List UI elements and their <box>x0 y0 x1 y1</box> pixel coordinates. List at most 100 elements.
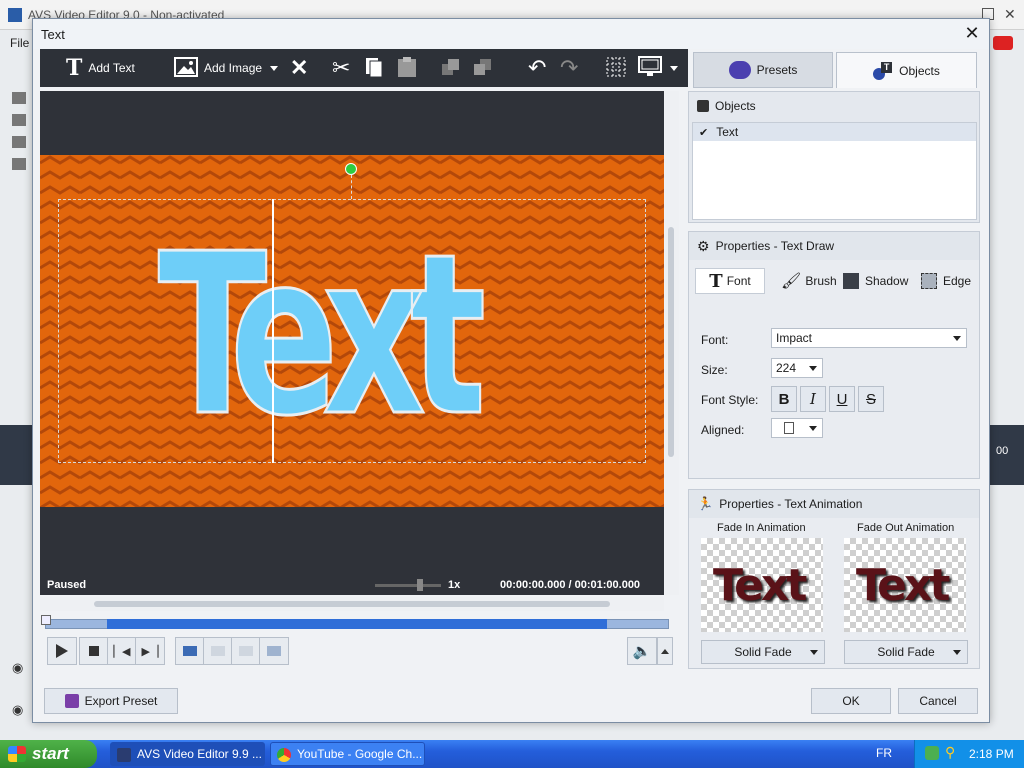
size-select-value: 224 <box>776 361 797 375</box>
objects-icon: T <box>873 61 893 80</box>
subtab-edge-label: Edge <box>943 274 972 288</box>
marker-button-4[interactable] <box>259 637 289 665</box>
chevron-down-icon <box>670 65 678 71</box>
rotation-handle-line <box>351 175 352 199</box>
display-mode-button[interactable] <box>638 49 678 87</box>
playback-time: 00:00:00.000 / 00:01:00.000 <box>500 579 641 591</box>
taskbar-item-label: AVS Video Editor 9.9 ... <box>137 747 262 761</box>
menu-file[interactable]: File <box>10 36 29 50</box>
youtube-icon <box>993 36 1013 50</box>
subtab-shadow[interactable]: Shadow <box>843 268 908 294</box>
dialog-close-button[interactable]: ✕ <box>961 22 983 44</box>
grid-button[interactable] <box>606 49 626 87</box>
delete-button[interactable]: ✕ <box>290 49 308 87</box>
properties-header: ⚙ Properties - Text Draw <box>689 232 979 260</box>
properties-title: Properties - Text Draw <box>715 239 835 253</box>
cancel-button[interactable]: Cancel <box>898 688 978 714</box>
vertical-scroll-thumb[interactable] <box>668 227 674 457</box>
timeline[interactable] <box>41 615 673 631</box>
network-icon[interactable] <box>925 746 939 760</box>
copy-button[interactable] <box>364 49 384 87</box>
fade-in-label: Fade In Animation <box>717 522 806 534</box>
subtab-font[interactable]: T Font <box>695 268 765 294</box>
strikethrough-button[interactable]: S <box>858 386 884 412</box>
subtab-brush[interactable]: 🖌 Brush <box>781 268 837 294</box>
tab-presets[interactable]: Presets <box>693 52 833 88</box>
paste-icon <box>396 56 418 81</box>
italic-button[interactable]: I <box>800 386 826 412</box>
undo-button[interactable]: ↶ <box>528 49 546 87</box>
tab-objects-label: Objects <box>899 63 940 78</box>
fade-in-select[interactable]: Solid Fade <box>701 640 825 664</box>
fade-out-select[interactable]: Solid Fade <box>844 640 968 664</box>
taskbar-item-avs[interactable]: AVS Video Editor 9.9 ... <box>110 742 265 766</box>
marker-in-icon <box>183 646 197 656</box>
play-icon <box>56 644 68 658</box>
delete-x-icon: ✕ <box>290 55 309 80</box>
start-button[interactable]: start <box>0 740 97 768</box>
selection-box[interactable] <box>58 199 646 463</box>
start-label: start <box>32 744 69 763</box>
paste-button[interactable] <box>396 49 418 87</box>
volume-dropdown[interactable] <box>657 637 673 665</box>
marker-button-3[interactable] <box>231 637 261 665</box>
next-frame-button[interactable]: ▶▕ <box>135 637 165 665</box>
close-icon[interactable]: ✕ <box>1004 6 1016 23</box>
timeline-duration-fill[interactable] <box>107 619 607 629</box>
previous-frame-button[interactable]: ▏◀ <box>107 637 137 665</box>
preview-area[interactable]: Text Paused 1x 00:00:00.000 / 00:01:00.0… <box>40 91 664 595</box>
add-text-button[interactable]: T Add Text <box>66 49 135 87</box>
brush-icon: 🖌 <box>781 273 802 290</box>
redo-icon: ↷ <box>560 55 579 80</box>
checkbox-checked-icon[interactable]: ✔ <box>699 126 708 139</box>
objects-panel-title: Objects <box>715 99 756 113</box>
export-preset-button[interactable]: Export Preset <box>44 688 178 714</box>
fade-out-preview[interactable]: Text <box>844 538 966 632</box>
redo-button[interactable]: ↷ <box>560 49 578 87</box>
size-select[interactable]: 224 <box>771 358 823 378</box>
add-image-button[interactable]: Add Image <box>174 49 262 87</box>
font-t-icon: T <box>709 270 723 292</box>
list-item[interactable]: ✔ Text <box>693 123 976 141</box>
playhead-marker[interactable] <box>41 615 51 625</box>
taskbar-item-chrome[interactable]: YouTube - Google Ch... <box>270 742 425 766</box>
clock: 2:18 PM <box>969 747 1014 761</box>
font-style-label: Font Style: <box>701 393 759 407</box>
tab-presets-label: Presets <box>756 63 798 77</box>
rotation-handle[interactable] <box>345 163 357 175</box>
search-icon[interactable]: ⚲ <box>945 744 955 761</box>
fade-in-preview[interactable]: Text <box>701 538 823 632</box>
fade-out-marker-button[interactable] <box>203 637 233 665</box>
font-select[interactable]: Impact <box>771 328 967 348</box>
gear-icon: ⚙ <box>697 237 710 254</box>
stop-button[interactable] <box>79 637 109 665</box>
preview-vertical-scrollbar[interactable] <box>665 91 679 595</box>
skip-back-icon: ▏◀ <box>113 645 131 658</box>
language-indicator[interactable]: FR <box>876 746 892 760</box>
folder-icon <box>12 114 26 126</box>
ok-button[interactable]: OK <box>811 688 891 714</box>
add-image-dropdown-arrow[interactable] <box>270 49 278 87</box>
playback-status: Paused <box>47 579 87 591</box>
bold-icon: B <box>778 390 790 408</box>
underline-button[interactable]: U <box>829 386 855 412</box>
volume-button[interactable]: 🔈 <box>627 637 657 665</box>
properties-text-animation-panel: 🏃 Properties - Text Animation Fade In An… <box>688 489 980 669</box>
send-backward-button[interactable] <box>472 49 494 87</box>
cut-button[interactable]: ✂ <box>332 49 350 87</box>
alignment-select[interactable] <box>771 418 823 438</box>
video-canvas[interactable]: Text <box>40 155 664 507</box>
zoom-slider-knob[interactable] <box>417 579 423 591</box>
subtab-edge[interactable]: Edge <box>921 268 971 294</box>
horizontal-scroll-thumb[interactable] <box>94 601 610 607</box>
running-figure-icon: 🏃 <box>697 496 714 511</box>
tab-objects[interactable]: T Objects <box>836 52 977 88</box>
avs-app-icon <box>117 748 131 762</box>
bold-button[interactable]: B <box>771 386 797 412</box>
fade-in-marker-button[interactable] <box>175 637 205 665</box>
play-button[interactable] <box>47 637 77 665</box>
marker-icon <box>267 646 281 656</box>
bring-forward-button[interactable] <box>440 49 462 87</box>
zoom-slider-track[interactable] <box>375 584 441 587</box>
preview-horizontal-scrollbar[interactable] <box>40 597 664 611</box>
